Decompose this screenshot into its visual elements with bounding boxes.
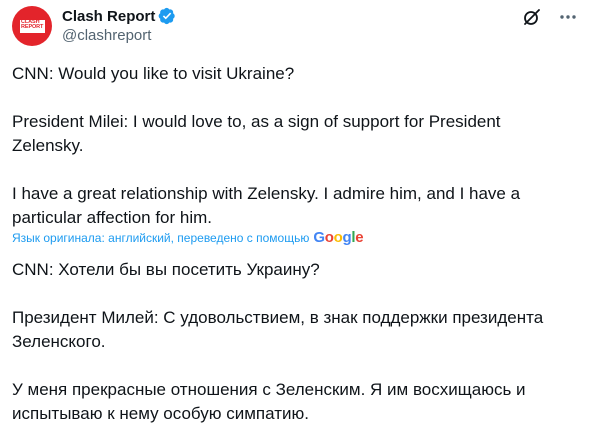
display-name[interactable]: Clash Report	[62, 8, 155, 25]
translation-note[interactable]: Язык оригинала: английский, переведено с…	[12, 229, 364, 246]
verified-badge-icon[interactable]	[158, 7, 176, 25]
tweet: CLASH REPORT Clash Report @clashreport C…	[0, 0, 591, 437]
more-options-icon[interactable]	[557, 6, 579, 28]
author-info: Clash Report @clashreport	[62, 6, 176, 46]
translation-note-text: Язык оригинала: английский, переведено с…	[12, 231, 310, 245]
grok-icon[interactable]	[521, 6, 543, 28]
avatar[interactable]: CLASH REPORT	[12, 6, 52, 46]
google-logo: Google	[313, 229, 364, 246]
tweet-translated-text: CNN: Хотели бы вы посетить Украину? През…	[12, 260, 544, 423]
display-name-row: Clash Report	[62, 6, 176, 26]
tweet-header: CLASH REPORT Clash Report @clashreport	[12, 4, 579, 48]
header-actions	[521, 6, 579, 28]
author-handle[interactable]: @clashreport	[62, 26, 176, 46]
avatar-logo: CLASH REPORT	[20, 19, 45, 33]
tweet-original-text: CNN: Would you like to visit Ukraine? Pr…	[12, 64, 521, 227]
